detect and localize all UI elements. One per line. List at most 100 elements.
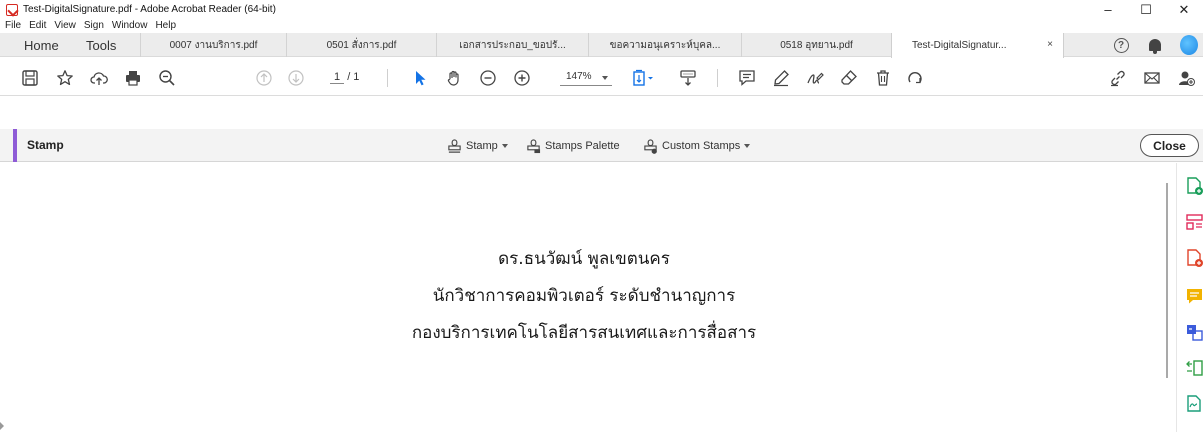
delete-button[interactable]: [873, 68, 893, 88]
menu-view[interactable]: View: [50, 19, 80, 33]
minus-circle-icon: [480, 70, 496, 86]
cursor-arrow-icon: [416, 71, 426, 86]
document-line-position: นักวิชาการคอมพิวเตอร์ ระดับชำนาญการ: [432, 286, 736, 306]
tab-document-4[interactable]: ขอความอนุเคราะห์บุคล...: [588, 33, 741, 57]
tab-document-3[interactable]: เอกสารประกอบ_ขอปรั...: [436, 33, 588, 57]
tab-document-5[interactable]: 0518 อุทยาน.pdf: [741, 33, 891, 57]
menu-window[interactable]: Window: [108, 19, 152, 33]
create-pdf-icon[interactable]: [1185, 177, 1203, 196]
sign-button[interactable]: [805, 68, 825, 88]
comment-tool-icon[interactable]: [1185, 287, 1203, 306]
toolbar-divider-2: [717, 69, 718, 87]
tab-document-2[interactable]: 0501 สั่งการ.pdf: [286, 33, 436, 57]
tool-accent-bar: [13, 129, 17, 162]
print-button[interactable]: [123, 68, 143, 88]
rotate-icon: [908, 72, 922, 84]
menu-file[interactable]: File: [0, 19, 25, 33]
select-tool-button[interactable]: [410, 68, 430, 88]
help-icon: ?: [1113, 37, 1129, 53]
menu-sign[interactable]: Sign: [80, 19, 108, 33]
bookmark-button[interactable]: [55, 68, 75, 88]
maximize-button[interactable]: ☐: [1127, 0, 1165, 19]
arrow-down-circle-icon: [288, 70, 304, 86]
keyboard-scroll-icon: [680, 70, 696, 86]
help-glyph: ?: [1117, 39, 1125, 51]
tab-home[interactable]: Home: [24, 33, 59, 57]
minimize-button[interactable]: –: [1089, 0, 1127, 19]
magnifier-minus-icon: [159, 70, 175, 86]
left-panel-expander-icon[interactable]: [0, 422, 4, 430]
stamp-dropdown-button[interactable]: Stamp: [447, 137, 508, 155]
highlight-button[interactable]: [771, 68, 791, 88]
page-total: / 1: [347, 71, 360, 83]
tab-strip: Home Tools 0007 งานบริการ.pdf 0501 สั่งก…: [0, 33, 1203, 58]
tab-document-1[interactable]: 0007 งานบริการ.pdf: [140, 33, 286, 57]
add-user-button[interactable]: [1176, 68, 1196, 88]
fill-sign-icon[interactable]: [1185, 395, 1203, 414]
organize-pages-icon[interactable]: [1185, 213, 1203, 232]
fit-page-icon: [633, 69, 653, 86]
menu-edit[interactable]: Edit: [25, 19, 50, 33]
page-number-input[interactable]: 1: [330, 71, 345, 84]
previous-page-button[interactable]: [254, 68, 274, 88]
window-controls: – ☐ ✕: [1089, 0, 1203, 19]
stamp-tool-button[interactable]: [839, 68, 859, 88]
document-line-name: ดร.ธนวัฒน์ พูลเขตนคร: [498, 249, 670, 269]
stamp-toolbar: Stamp Stamp Stamps Palette Custom Stamps…: [0, 129, 1203, 162]
title-bar: Test-DigitalSignature.pdf - Adobe Acroba…: [0, 0, 1203, 19]
compress-pdf-icon[interactable]: [1185, 359, 1203, 378]
add-user-icon: [1179, 71, 1195, 86]
stamp-toolbar-title: Stamp: [27, 138, 64, 152]
stamps-palette-label: Stamps Palette: [545, 140, 620, 152]
menu-bar: File Edit View Sign Window Help: [0, 19, 180, 33]
zoom-level-value: 147%: [566, 71, 592, 82]
zoom-out-button[interactable]: [478, 68, 498, 88]
save-button[interactable]: [20, 68, 40, 88]
plus-circle-icon: [514, 70, 530, 86]
vertical-scrollbar[interactable]: [1166, 183, 1168, 378]
email-button[interactable]: [1142, 68, 1162, 88]
hand-tool-button[interactable]: [444, 68, 464, 88]
trash-icon: [877, 70, 889, 86]
stamps-palette-button[interactable]: Stamps Palette: [526, 137, 620, 155]
link-icon: [1111, 70, 1125, 87]
tab-tools[interactable]: Tools: [86, 33, 116, 57]
comment-icon: [739, 70, 755, 86]
zoom-in-button[interactable]: [512, 68, 532, 88]
rotate-button[interactable]: [905, 68, 925, 88]
custom-stamps-button[interactable]: Custom Stamps: [643, 137, 751, 155]
window-title: Test-DigitalSignature.pdf - Adobe Acroba…: [23, 4, 276, 15]
menu-help[interactable]: Help: [151, 19, 180, 33]
comment-button[interactable]: [737, 68, 757, 88]
tab-document-active[interactable]: Test-DigitalSignatur... ×: [891, 33, 1064, 58]
page-fit-button[interactable]: [630, 68, 658, 88]
next-page-button[interactable]: [286, 68, 306, 88]
page-indicator: 1 / 1: [330, 68, 359, 86]
help-button[interactable]: ?: [1112, 36, 1130, 54]
upload-cloud-button[interactable]: [89, 68, 109, 88]
zoom-search-button[interactable]: [157, 68, 177, 88]
signature-icon: [807, 72, 824, 84]
printer-icon: [126, 71, 140, 86]
envelope-icon: [1144, 72, 1160, 84]
zoom-level-dropdown[interactable]: 147%: [560, 68, 612, 86]
combine-files-icon[interactable]: [1185, 323, 1203, 342]
scroll-mode-button[interactable]: [678, 68, 698, 88]
document-view[interactable]: ดร.ธนวัฒน์ พูลเขตนคร นักวิชาการคอมพิวเตอ…: [0, 163, 1168, 432]
stamp-icon: [448, 138, 461, 153]
account-button[interactable]: [1180, 35, 1198, 55]
bell-icon: [1149, 39, 1161, 54]
close-tool-button[interactable]: Close: [1140, 134, 1199, 157]
custom-stamps-label: Custom Stamps: [662, 140, 741, 152]
export-pdf-icon[interactable]: [1185, 249, 1203, 268]
share-link-button[interactable]: [1108, 68, 1128, 88]
notifications-button[interactable]: [1146, 36, 1164, 54]
custom-stamps-icon: [644, 138, 657, 154]
right-tools-rail: [1176, 163, 1203, 432]
chevron-down-icon: [744, 144, 751, 148]
pen-icon: [774, 70, 789, 87]
close-window-button[interactable]: ✕: [1165, 0, 1203, 19]
tab-close-icon[interactable]: ×: [1047, 39, 1053, 50]
cloud-upload-icon: [90, 72, 108, 85]
document-line-division: กองบริการเทคโนโลยีสารสนเทศและการสื่อสาร: [411, 323, 757, 343]
